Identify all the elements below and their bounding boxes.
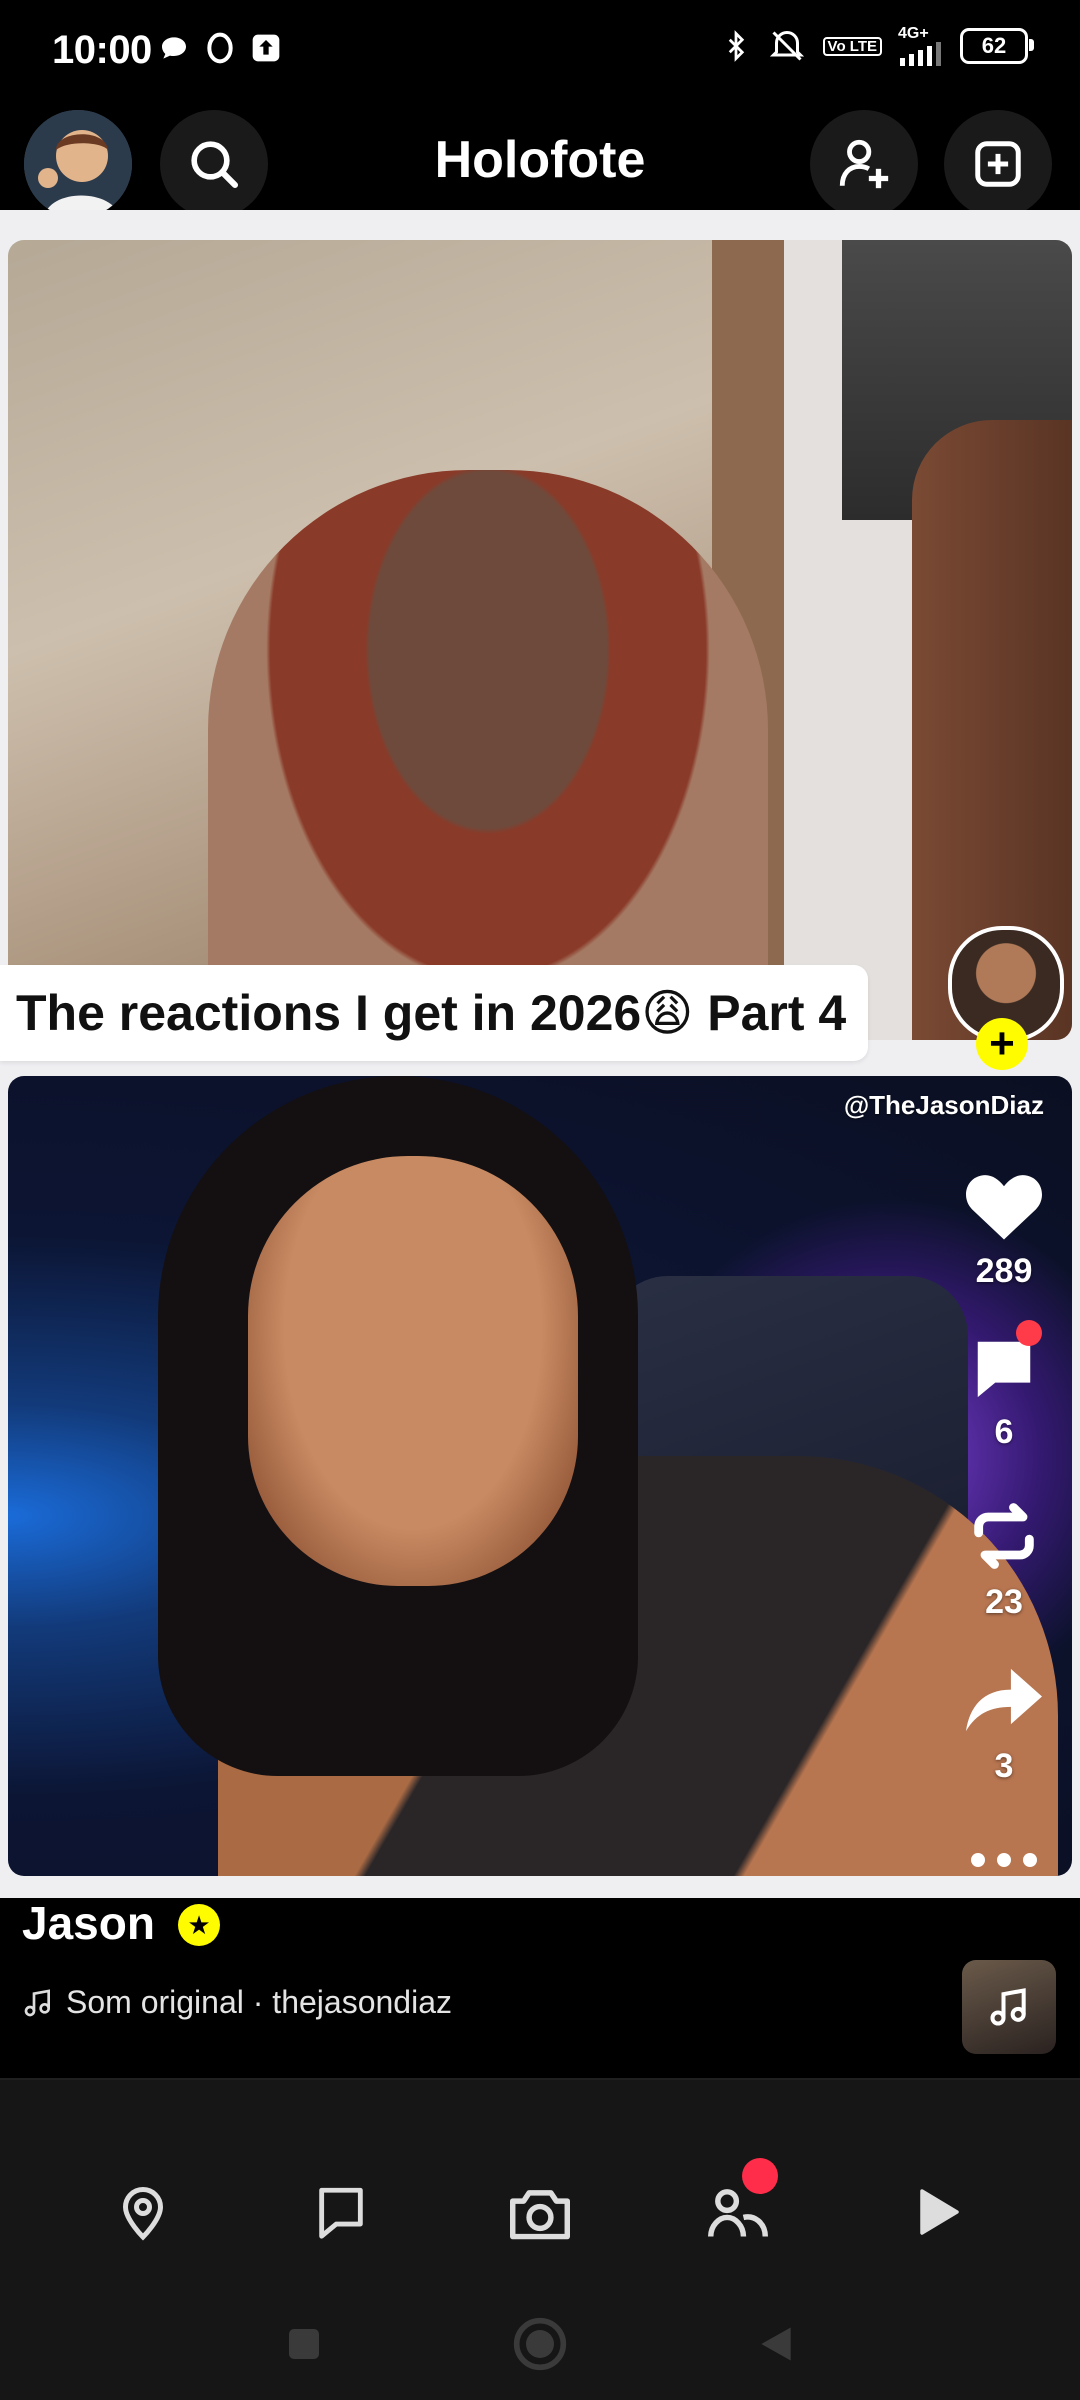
recent-apps-button[interactable]	[274, 2314, 334, 2374]
video-caption: The reactions I get in 2026😩 Part 4	[0, 965, 869, 1061]
subscribe-button[interactable]: +	[976, 1018, 1028, 1070]
nav-chat[interactable]	[301, 2172, 381, 2252]
play-icon	[920, 2189, 959, 2235]
video-person	[208, 470, 768, 1040]
opera-icon	[207, 32, 233, 64]
share-action[interactable]: 3	[956, 1662, 1052, 1786]
status-time: 10:00	[52, 28, 152, 72]
nav-spotlight[interactable]	[896, 2172, 976, 2252]
system-navigation	[0, 2284, 1080, 2400]
music-note-icon	[990, 1988, 1026, 2026]
home-button[interactable]	[510, 2314, 570, 2374]
chat-icon	[319, 2187, 363, 2239]
remix-count: 23	[985, 1583, 1023, 1621]
remix-action[interactable]: 23	[956, 1498, 1052, 1622]
current-video-card[interactable]: @TheJasonDiaz	[8, 1076, 1072, 1876]
new-story-button[interactable]	[944, 110, 1052, 218]
video-watermark: @TheJasonDiaz	[843, 1090, 1044, 1120]
bluetooth-icon	[728, 30, 744, 62]
signal-icon	[900, 42, 941, 66]
chat-bubble-icon	[162, 37, 186, 59]
previous-video-card[interactable]	[8, 240, 1072, 1040]
bottom-navigation	[0, 2078, 1080, 2286]
add-friend-button[interactable]	[810, 110, 918, 218]
share-count: 3	[994, 1747, 1014, 1785]
comment-count: 6	[994, 1413, 1014, 1451]
nav-camera[interactable]	[500, 2172, 580, 2252]
video-person-face	[248, 1156, 578, 1586]
nav-map[interactable]	[103, 2172, 183, 2252]
comment-notification-dot	[1016, 1320, 1042, 1346]
network-type: 4G+	[898, 25, 929, 42]
video-info: Jason ★ Som original · thejasondiaz	[0, 1896, 1080, 2078]
add-friend-icon	[839, 139, 889, 189]
nav-stories[interactable]	[698, 2158, 778, 2252]
star-badge-icon: ★	[178, 1904, 220, 1946]
app-header: Holofote	[0, 110, 1080, 218]
upload-icon	[252, 34, 280, 62]
back-button[interactable]	[746, 2314, 806, 2374]
more-options-button[interactable]	[956, 1848, 1052, 1877]
map-pin-icon	[122, 2187, 164, 2241]
music-note-icon	[24, 1988, 50, 2016]
creator-name[interactable]: Jason	[22, 1896, 155, 1950]
sound-label: Som original · thejasondiaz	[66, 1984, 452, 2020]
stories-notification-dot	[742, 2158, 778, 2194]
spotlight-feed[interactable]: The reactions I get in 2026😩 Part 4 + @T…	[0, 210, 1080, 1898]
back-triangle-icon	[761, 2327, 791, 2361]
share-arrow-icon	[966, 1668, 1042, 1732]
status-notification-icons	[158, 32, 282, 64]
caption-text: The reactions I get in 2026😩 Part 4	[16, 985, 847, 1041]
page-title: Holofote	[434, 131, 646, 189]
sound-row[interactable]: Som original · thejasondiaz	[22, 1984, 452, 2021]
new-story-icon	[975, 141, 1021, 187]
mute-icon	[769, 31, 804, 61]
status-bar: 10:00 Vo LTE 4G+ 62	[0, 0, 1080, 110]
sound-thumbnail[interactable]	[962, 1960, 1056, 2054]
battery-level: 62	[981, 33, 1007, 58]
like-count: 289	[975, 1252, 1033, 1290]
circle-icon	[513, 2317, 567, 2371]
lte-badge: Vo LTE	[822, 36, 882, 56]
more-dots-icon	[971, 1853, 1037, 1867]
like-action[interactable]: 289	[956, 1165, 1052, 1291]
camera-icon	[510, 2190, 570, 2240]
battery-indicator: 62	[960, 28, 1034, 64]
square-icon	[289, 2329, 319, 2359]
status-system-icons: Vo LTE 4G+ 62	[721, 25, 1034, 66]
repost-icon	[974, 1503, 1034, 1569]
heart-icon	[966, 1175, 1042, 1240]
comment-action[interactable]: 6	[956, 1320, 1052, 1452]
